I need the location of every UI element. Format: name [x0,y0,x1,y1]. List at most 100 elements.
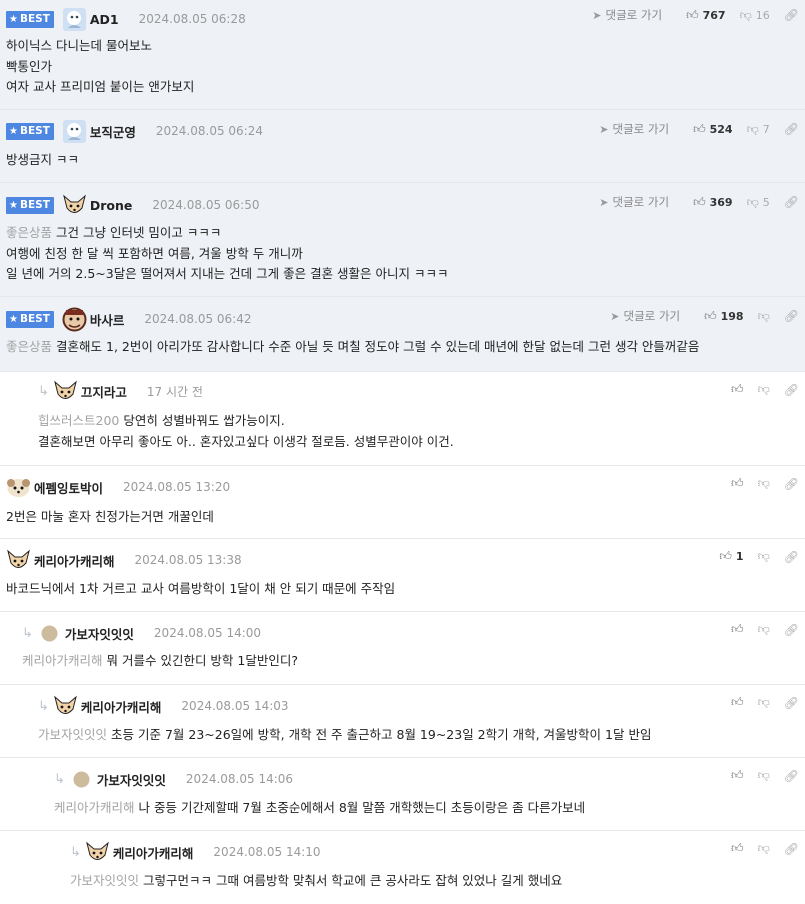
dislike-button[interactable]: 👎︎ [758,476,770,491]
reply-item: ↳ 가보자잇잇잇 2024.08.05 14:06 👍︎ 👎︎ 🔗︎ 케리아가캐… [0,758,805,831]
link-button[interactable]: 🔗︎ [784,842,799,856]
nickname[interactable]: 가보자잇잇잇 [97,770,166,789]
dislike-button[interactable]: 👎︎ [758,841,770,856]
comment-date: 2024.08.05 14:00 [153,626,262,640]
thumbs-down-icon: 👎︎ [739,7,752,22]
thumbs-up-icon: 👍︎ [704,308,717,323]
reply-target-tag[interactable]: 케리아가캐리해 [54,800,135,815]
dislike-button[interactable]: 👎︎ [758,382,770,397]
like-button[interactable]: 👍︎ 767 [686,8,726,23]
reply-target-tag[interactable]: 좋은상품 [6,339,52,354]
thumbs-down-icon: 👎︎ [757,549,770,563]
comment-date: 2024.08.05 13:38 [134,553,242,567]
dislike-button[interactable]: 👎︎ 16 [740,8,770,23]
reply-arrow-icon: ↳ [38,383,49,399]
like-button[interactable]: 👍︎ [731,695,744,710]
like-button[interactable]: 👍︎ [731,476,744,491]
link-button[interactable]: 🔗︎ [784,195,799,209]
link-button[interactable]: 🔗︎ [784,696,799,710]
link-button[interactable]: 🔗︎ [784,769,799,783]
nickname[interactable]: 케리아가캐리해 [113,843,194,862]
star-icon: ★ [9,13,18,25]
link-button[interactable]: 🔗︎ [784,623,799,637]
best-badge: ★ BEST [6,310,54,328]
paper-plane-icon: ➤ [599,122,609,136]
comment-date: 2024.08.05 13:20 [123,480,231,494]
reply-target-tag[interactable]: 힙쓰러스트200 [38,413,119,428]
goto-comment-button[interactable]: ➤ 댓글로 가기 [610,308,680,324]
comment-item: ★ BEST 바사르 2024.08.05 06:42 ➤ 댓글로 가기 👍︎ 198… [0,297,805,372]
avatar[interactable] [6,475,31,500]
avatar[interactable] [62,119,87,144]
like-button[interactable]: 👍︎ 524 [693,122,733,137]
reply-target-tag[interactable]: 가보자잇잇잇 [70,873,139,888]
nickname[interactable]: 에펨잉토박이 [34,478,103,497]
like-button[interactable]: 👍︎ 369 [693,195,733,210]
link-button[interactable]: 🔗︎ [784,477,799,491]
like-button[interactable]: 👍︎ 198 [704,309,744,324]
like-button[interactable]: 👍︎ [731,382,744,397]
thumbs-up-icon: 👍︎ [731,695,744,709]
reply-target-tag[interactable]: 케리아가캐리해 [22,653,103,668]
nickname[interactable]: AD1 [90,12,119,27]
avatar[interactable] [69,767,94,792]
avatar[interactable] [62,7,87,32]
avatar[interactable] [6,548,31,573]
like-button[interactable]: 👍︎ [731,622,744,637]
link-button[interactable]: 🔗︎ [784,383,799,397]
link-button[interactable]: 🔗︎ [784,309,799,323]
goto-comment-button[interactable]: ➤ 댓글로 가기 [599,194,669,210]
dislike-button[interactable]: 👎︎ [758,309,770,324]
dislike-button[interactable]: 👎︎ [758,549,770,564]
thumbs-down-icon: 👎︎ [757,768,770,782]
dislike-button[interactable]: 👎︎ [758,695,770,710]
comment-item: ★ BEST AD1 2024.08.05 06:28 ➤ 댓글로 가기 👍︎ 767… [0,0,805,110]
thumbs-down-icon: 👎︎ [746,121,759,136]
dislike-button[interactable]: 👎︎ 7 [747,122,770,137]
comment-body: 케리아가캐리해 뭐 거를수 있긴한디 방학 1달반인디? [22,653,298,668]
comment-item: ★ BEST Drone 2024.08.05 06:50 ➤ 댓글로 가기 👍︎ 3… [0,183,805,297]
avatar[interactable] [53,694,78,719]
paper-plane-icon: ➤ [599,195,609,209]
comment-body: 좋은상품 그건 그냥 인터넷 밈이고 ㅋㅋㅋ 여행에 친정 한 달 씩 포함하면 … [6,225,449,281]
link-button[interactable]: 🔗︎ [784,8,799,22]
reply-target-tag[interactable]: 좋은상품 [6,225,52,240]
link-icon: 🔗︎ [783,476,799,491]
avatar[interactable] [62,307,87,332]
reply-target-tag[interactable]: 가보자잇잇잇 [38,727,107,742]
dislike-button[interactable]: 👎︎ [758,622,770,637]
thumbs-down-icon: 👎︎ [757,382,770,396]
comment-body: 가보자잇잇잇 초등 기준 7월 23~26일에 방학, 개학 전 주 출근하고 8… [38,727,652,742]
thumbs-up-icon: 👍︎ [686,7,699,22]
comment-date: 2024.08.05 14:06 [185,772,294,786]
link-button[interactable]: 🔗︎ [784,550,799,564]
comment-body: 가보자잇잇잇 그렇구먼ㅋㅋ 그때 여름방학 맞춰서 학교에 큰 공사라도 잡혀 있… [70,873,563,888]
nickname[interactable]: 끄지라고 [81,382,127,401]
link-icon: 🔗︎ [783,382,799,397]
avatar[interactable] [62,193,87,218]
avatar[interactable] [85,840,110,865]
comment-date: 2024.08.05 14:03 [181,699,289,713]
like-button[interactable]: 👍︎ [731,768,744,783]
link-button[interactable]: 🔗︎ [784,122,799,136]
star-icon: ★ [9,125,18,137]
nickname[interactable]: 바사르 [90,310,125,329]
like-button[interactable]: 👍︎ [731,841,744,856]
like-button[interactable]: 👍︎ 1 [719,549,743,564]
avatar[interactable] [53,379,78,404]
thumbs-down-icon: 👎︎ [746,194,759,209]
comment-body: 좋은상품 결혼해도 1, 2번이 아리가또 감사합니다 수준 아닐 듯 며칠 정도… [6,339,700,354]
dislike-button[interactable]: 👎︎ 5 [747,195,770,210]
nickname[interactable]: 가보자잇잇잇 [65,624,134,643]
reply-arrow-icon: ↳ [38,698,49,714]
avatar[interactable] [37,621,62,646]
goto-comment-button[interactable]: ➤ 댓글로 가기 [592,7,662,23]
nickname[interactable]: 케리아가캐리해 [81,697,162,716]
dislike-button[interactable]: 👎︎ [758,768,770,783]
link-icon: 🔗︎ [783,841,799,856]
nickname[interactable]: 케리아가캐리해 [34,551,115,570]
nickname[interactable]: 보직군영 [90,122,136,141]
goto-comment-button[interactable]: ➤ 댓글로 가기 [599,121,669,137]
link-icon: 🔗︎ [783,122,799,136]
nickname[interactable]: Drone [90,198,133,213]
